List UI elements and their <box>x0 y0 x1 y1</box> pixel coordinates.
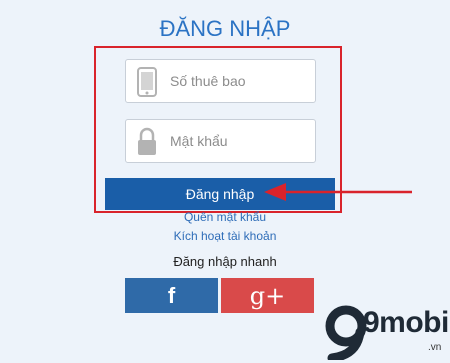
phone-icon <box>137 67 157 97</box>
facebook-login-button[interactable]: f <box>125 278 218 313</box>
lock-icon <box>138 127 156 155</box>
google-plus-icon: g+ <box>249 281 286 310</box>
google-plus-login-button[interactable]: g+ <box>221 278 314 313</box>
page-title: ĐĂNG NHẬP <box>159 16 291 41</box>
password-placeholder: Mật khẩu <box>170 133 228 149</box>
phone-placeholder: Số thuê bao <box>170 73 246 89</box>
logo-suffix: .vn <box>428 342 442 353</box>
facebook-icon: f <box>167 282 176 308</box>
password-field[interactable]: Mật khẩu <box>125 119 316 163</box>
logo-text: 9mobi <box>363 306 449 339</box>
phone-number-field[interactable]: Số thuê bao <box>125 59 316 103</box>
red-arrow-annotation <box>264 183 412 201</box>
quick-login-title: Đăng nhập nhanh <box>173 254 277 269</box>
activate-account-link[interactable]: Kích hoạt tài khoản <box>0 229 450 243</box>
forgot-password-link[interactable]: Quên mật khẩu <box>0 210 450 224</box>
watermark-logo: 9mobi .vn <box>322 300 450 363</box>
